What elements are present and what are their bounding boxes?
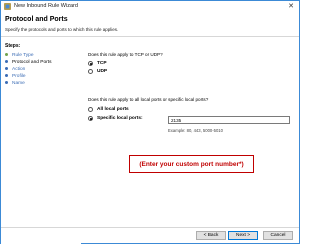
- main-panel: Does this rule apply to TCP or UDP? TCP …: [81, 38, 299, 228]
- firewall-app-icon: [4, 3, 11, 10]
- radio-unselected-icon: [88, 69, 93, 74]
- protocol-question: Does this rule apply to TCP or UDP?: [88, 52, 163, 57]
- wizard-window: New Inbound Rule Wizard ✕ Protocol and P…: [0, 0, 300, 244]
- udp-label: UDP: [97, 69, 108, 74]
- title-bar: New Inbound Rule Wizard ✕: [1, 1, 299, 12]
- step-label: Protocol and Ports: [12, 60, 52, 65]
- all-local-ports-radio[interactable]: All local ports: [88, 107, 129, 112]
- back-button[interactable]: < Back: [196, 231, 226, 240]
- step-bullet-icon: [5, 66, 8, 70]
- step-protocol-and-ports[interactable]: Protocol and Ports: [5, 59, 77, 66]
- steps-title: Steps:: [5, 43, 21, 49]
- step-profile[interactable]: Profile: [5, 73, 77, 80]
- step-bullet-icon: [5, 80, 8, 84]
- specific-local-ports-label: Specific local ports:: [97, 116, 143, 121]
- step-label: Profile: [12, 74, 26, 79]
- step-rule-type[interactable]: Rule Type: [5, 52, 77, 59]
- step-label: Action: [12, 67, 26, 72]
- close-button[interactable]: ✕: [286, 2, 296, 11]
- wizard-header: Protocol and Ports Specify the protocols…: [1, 12, 299, 37]
- steps-sidebar: Steps: Rule Type Protocol and Ports Acti…: [1, 38, 81, 244]
- step-bullet-icon: [5, 73, 8, 77]
- udp-radio[interactable]: UDP: [88, 69, 107, 74]
- step-label: Rule Type: [12, 53, 34, 58]
- ports-question: Does this rule apply to all local ports …: [88, 97, 209, 102]
- cancel-button[interactable]: Cancel: [263, 231, 293, 240]
- ports-example-hint: Example: 80, 443, 5000-5010: [168, 128, 223, 133]
- step-label: Name: [12, 81, 25, 86]
- all-local-ports-label: All local ports: [97, 107, 129, 112]
- footer-divider: [1, 227, 299, 228]
- specific-ports-input[interactable]: 2135: [168, 116, 290, 124]
- next-button[interactable]: Next >: [228, 231, 258, 240]
- tcp-label: TCP: [97, 61, 107, 66]
- step-action[interactable]: Action: [5, 66, 77, 73]
- custom-port-annotation: (Enter your custom port number*): [129, 155, 254, 173]
- step-current-bullet-icon: [5, 59, 8, 63]
- tcp-radio[interactable]: TCP: [88, 61, 107, 66]
- step-done-bullet-icon: [5, 52, 8, 56]
- radio-unselected-icon: [88, 107, 93, 112]
- radio-selected-icon: [88, 116, 93, 121]
- radio-selected-icon: [88, 61, 93, 66]
- page-title: Protocol and Ports: [5, 16, 68, 23]
- page-subtitle: Specify the protocols and ports to which…: [5, 27, 119, 32]
- step-name[interactable]: Name: [5, 80, 77, 87]
- specific-local-ports-radio[interactable]: Specific local ports:: [88, 116, 143, 121]
- window-title: New Inbound Rule Wizard: [14, 3, 78, 9]
